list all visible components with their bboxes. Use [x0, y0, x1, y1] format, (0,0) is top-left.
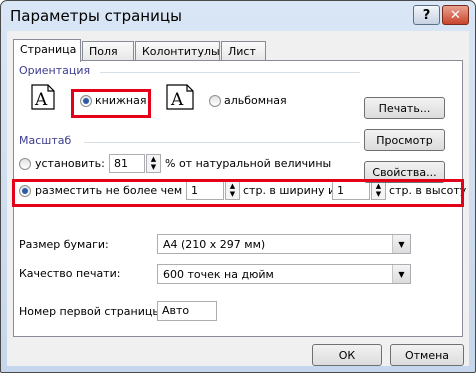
- fit-tall-suffix: стр. в высоту: [389, 184, 467, 197]
- chevron-down-icon[interactable]: ▼: [392, 235, 410, 253]
- dialog-title: Параметры страницы: [10, 7, 182, 25]
- tab-header-footer[interactable]: Колонтитулы: [135, 41, 220, 61]
- dialog-client: Страница Поля Колонтитулы Лист Ориентаци…: [7, 31, 469, 366]
- paper-size-value: A4 (210 x 297 мм): [163, 238, 266, 251]
- print-quality-value: 600 точек на дюйм: [163, 268, 274, 281]
- page-setup-dialog: Параметры страницы ? ✕ Страница Поля Кол…: [0, 0, 476, 373]
- options-button[interactable]: Свойства...: [364, 161, 445, 183]
- tab-page-label: Страница: [20, 43, 77, 56]
- fit-tall-input[interactable]: 1: [332, 181, 370, 200]
- portrait-label: книжная: [95, 94, 147, 107]
- landscape-page-icon: A: [166, 84, 194, 110]
- print-quality-select[interactable]: 600 точек на дюйм ▼: [157, 264, 411, 284]
- first-page-number-input[interactable]: Авто: [157, 301, 217, 321]
- print-preview-button[interactable]: Просмотр: [364, 129, 445, 151]
- adjust-percent-suffix: % от натуральной величины: [165, 157, 332, 170]
- scaling-group-label: Масштаб: [19, 134, 72, 147]
- portrait-page-icon: A: [31, 84, 55, 110]
- title-bar[interactable]: Параметры страницы ? ✕: [1, 1, 475, 31]
- portrait-radio[interactable]: [80, 95, 92, 107]
- orientation-group-label: Ориентация: [19, 64, 91, 77]
- print-button[interactable]: Печать...: [364, 97, 445, 119]
- adjust-to-label: установить:: [35, 157, 105, 170]
- tab-panel-page: Ориентация A книжная A альбомная Масштаб…: [13, 60, 467, 337]
- first-page-number-label: Номер первой страницы:: [19, 305, 165, 318]
- adjust-percent-spinner[interactable]: ▲ ▼: [146, 154, 161, 173]
- tab-sheet[interactable]: Лист: [221, 41, 266, 61]
- orientation-divider: [100, 72, 360, 73]
- landscape-label: альбомная: [224, 94, 287, 107]
- help-button[interactable]: ?: [413, 5, 440, 25]
- fit-wide-spinner[interactable]: ▲ ▼: [225, 181, 240, 200]
- svg-text:A: A: [34, 90, 48, 110]
- landscape-radio[interactable]: [209, 95, 221, 107]
- fit-wide-suffix: стр. в ширину и: [243, 184, 336, 197]
- tab-page[interactable]: Страница: [13, 39, 81, 62]
- adjust-to-radio[interactable]: [19, 158, 31, 170]
- chevron-down-icon[interactable]: ▼: [392, 265, 410, 283]
- fit-to-radio[interactable]: [19, 185, 31, 197]
- fit-tall-spinner[interactable]: ▲ ▼: [371, 181, 386, 200]
- scaling-divider: [84, 142, 360, 143]
- print-quality-label: Качество печати:: [19, 267, 121, 280]
- svg-text:A: A: [170, 90, 184, 110]
- adjust-percent-input[interactable]: 81: [109, 154, 145, 173]
- fit-wide-input[interactable]: 1: [186, 181, 224, 200]
- ok-button[interactable]: ОК: [312, 344, 382, 366]
- tab-margins[interactable]: Поля: [82, 41, 134, 61]
- cancel-button[interactable]: Отмена: [390, 344, 464, 366]
- tab-sheet-label: Лист: [228, 45, 256, 58]
- tab-header-footer-label: Колонтитулы: [142, 45, 220, 58]
- close-button[interactable]: ✕: [442, 5, 469, 25]
- paper-size-label: Размер бумаги:: [19, 238, 109, 251]
- tab-margins-label: Поля: [89, 45, 118, 58]
- paper-size-select[interactable]: A4 (210 x 297 мм) ▼: [157, 234, 411, 254]
- fit-to-label: разместить не более чем на:: [35, 184, 204, 197]
